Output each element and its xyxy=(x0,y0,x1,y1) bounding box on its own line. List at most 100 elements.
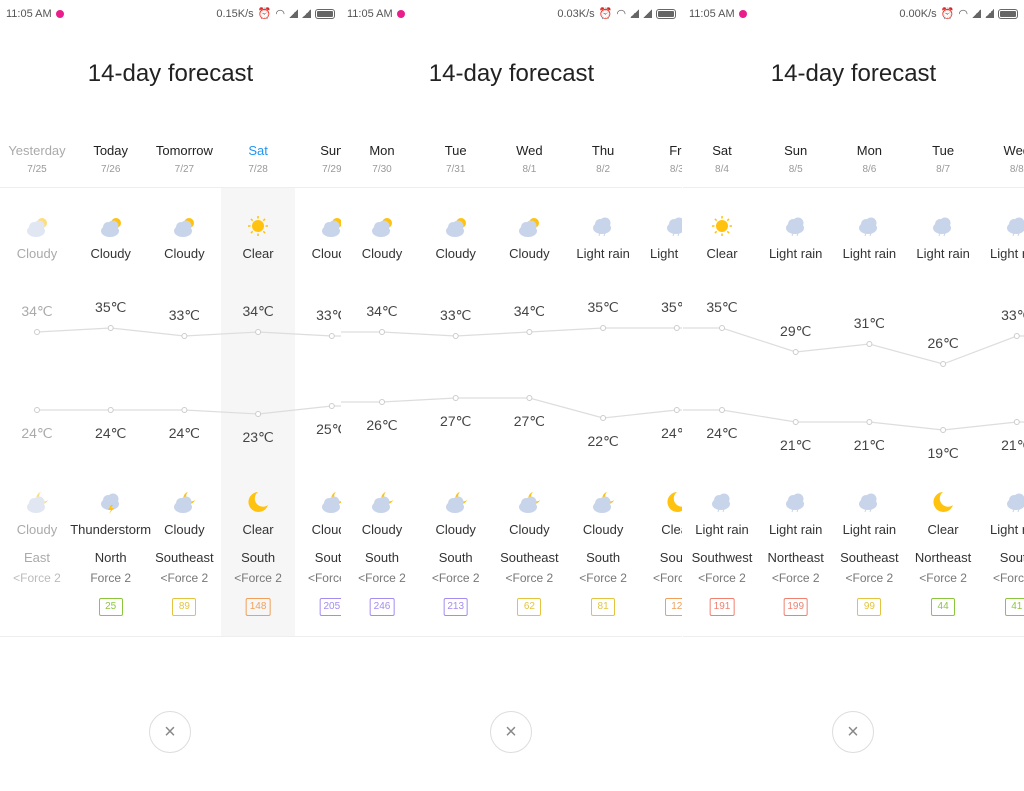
day-column[interactable]: Thu 8/2 Light rain 35℃ 22℃ Cloudy South … xyxy=(566,0,640,791)
day-name: Tomorrow xyxy=(155,143,213,158)
day-column[interactable]: Wed 8/1 Cloudy 34℃ 27℃ Cloudy Southeast … xyxy=(492,0,566,791)
sun-icon xyxy=(708,214,736,238)
cloudy-moon-icon xyxy=(368,490,396,514)
day-column[interactable]: Tue 7/31 Cloudy 33℃ 27℃ Cloudy South <Fo… xyxy=(419,0,493,791)
wind-direction: South xyxy=(659,550,682,565)
cloudy-moon-icon xyxy=(23,490,51,514)
light-rain-icon xyxy=(589,214,617,238)
night-condition: Light rain xyxy=(990,522,1024,537)
night-condition: Clear xyxy=(661,522,682,537)
day-column[interactable]: Sun 7/29 Cloudy 33℃ 25℃ Cloudy South <Fo… xyxy=(295,0,341,791)
day-condition: Light rain xyxy=(650,246,682,261)
day-column[interactable]: Sun 8/5 Light rain 29℃ 21℃ Light rain No… xyxy=(759,0,833,791)
day-column[interactable]: Fri 8/3 Light rain 35℃ 24℃ Clear South <… xyxy=(640,0,682,791)
wind-direction: South xyxy=(314,550,341,565)
wind-force: <Force 2 xyxy=(652,571,682,585)
day-name: Mon xyxy=(856,143,883,158)
close-button[interactable]: × xyxy=(149,711,191,753)
high-temp: 33℃ xyxy=(1001,307,1024,323)
day-date: 8/7 xyxy=(936,164,951,175)
day-date: 7/25 xyxy=(27,164,47,175)
high-temp: 33℃ xyxy=(316,307,341,323)
moon-icon xyxy=(663,490,682,514)
cloudy-sun-icon xyxy=(515,214,543,238)
cloudy-sun-icon xyxy=(368,214,396,238)
day-name: Sat xyxy=(248,143,268,158)
high-temp: 35℃ xyxy=(661,299,682,315)
day-date: 7/29 xyxy=(322,164,341,175)
forecast-panel: 11:05 AM 0.00K/s ⏰ ◠ 14-day forecast Sat … xyxy=(683,0,1024,791)
forecast-panel: 11:05 AM 0.03K/s ⏰ ◠ 14-day forecast Mon … xyxy=(341,0,682,791)
day-name: Yesterday xyxy=(8,143,66,158)
low-temp: 25℃ xyxy=(316,421,341,437)
day-column[interactable]: Tomorrow 7/27 Cloudy 33℃ 24℃ Cloudy Sout… xyxy=(147,0,221,791)
day-date: 8/5 xyxy=(788,164,803,175)
day-column[interactable]: Tue 8/7 Light rain 26℃ 19℃ Clear Northea… xyxy=(906,0,980,791)
aqi-badge: 81 xyxy=(591,598,616,616)
day-name: Sun xyxy=(784,143,808,158)
day-name: Wed xyxy=(516,143,543,158)
forecast-panel: 11:05 AM 0.15K/s ⏰ ◠ 14-day forecast Yest… xyxy=(0,0,341,791)
day-column[interactable]: Sat 7/28 Clear 34℃ 23℃ Clear South <Forc… xyxy=(221,0,295,791)
cloudy-moon-icon xyxy=(170,490,198,514)
thunderstorm-icon xyxy=(97,490,125,514)
day-column[interactable]: Sat 8/4 Clear 35℃ 24℃ Light rain Southwe… xyxy=(685,0,759,791)
day-name: Tue xyxy=(444,143,467,158)
day-name: Mon xyxy=(369,143,395,158)
close-icon: × xyxy=(164,721,176,743)
day-date: 7/26 xyxy=(100,164,121,175)
close-icon: × xyxy=(847,721,859,743)
day-name: Sat xyxy=(712,143,732,158)
night-condition: Cloudy xyxy=(311,522,341,537)
day-condition: Light rain xyxy=(990,246,1024,261)
aqi-badge: 25 xyxy=(98,598,123,616)
low-temp: 27℃ xyxy=(513,413,546,429)
day-date: 8/8 xyxy=(1009,164,1024,175)
day-date: 8/4 xyxy=(715,164,729,175)
day-name: Today xyxy=(93,143,129,158)
moon-icon xyxy=(929,490,957,514)
low-temp: 24℃ xyxy=(661,425,682,441)
cloudy-moon-icon xyxy=(318,490,341,514)
wind-direction: South xyxy=(999,550,1024,565)
day-date: 8/6 xyxy=(862,164,877,175)
day-column[interactable]: Mon 7/30 Cloudy 34℃ 26℃ Cloudy South <Fo… xyxy=(345,0,419,791)
cloudy-sun-icon xyxy=(170,214,198,238)
aqi-badge: 246 xyxy=(369,598,395,616)
close-button[interactable]: × xyxy=(832,711,874,753)
light-rain-icon xyxy=(1003,214,1024,238)
light-rain-icon xyxy=(1003,490,1024,514)
aqi-badge: 12 xyxy=(664,598,682,616)
aqi-badge: 62 xyxy=(517,598,542,616)
light-rain-icon xyxy=(708,490,736,514)
wind-force: <Force 2 xyxy=(307,571,341,585)
cloudy-moon-icon xyxy=(442,490,470,514)
day-date: 7/30 xyxy=(372,164,392,175)
aqi-badge: 89 xyxy=(172,598,197,616)
day-date: 8/2 xyxy=(596,164,611,175)
day-column[interactable]: Mon 8/6 Light rain 31℃ 21℃ Light rain So… xyxy=(832,0,906,791)
close-icon: × xyxy=(505,721,517,743)
aqi-badge: 41 xyxy=(1004,598,1024,616)
light-rain-icon xyxy=(782,214,810,238)
cloudy-sun-icon xyxy=(23,214,51,238)
aqi-badge: 205 xyxy=(319,598,341,616)
day-date: 8/3 xyxy=(669,164,682,175)
light-rain-icon xyxy=(855,214,883,238)
day-date: 7/27 xyxy=(174,164,195,175)
day-date: 8/1 xyxy=(522,164,537,175)
aqi-badge: 44 xyxy=(931,598,956,616)
day-column[interactable]: Yesterday 7/25 Cloudy 34℃ 24℃ Cloudy Eas… xyxy=(0,0,74,791)
aqi-badge: 213 xyxy=(443,598,469,616)
cloudy-sun-icon xyxy=(442,214,470,238)
day-column[interactable]: Wed 8/8 Light rain 33℃ 21℃ Light rain So… xyxy=(980,0,1024,791)
day-name: Wed xyxy=(1003,143,1024,158)
wind-force: <Force 2 xyxy=(992,571,1024,585)
light-rain-icon xyxy=(855,490,883,514)
cloudy-moon-icon xyxy=(589,490,617,514)
cloudy-moon-icon xyxy=(515,490,543,514)
close-button[interactable]: × xyxy=(490,711,532,753)
day-date: 7/31 xyxy=(445,164,466,175)
day-column[interactable]: Today 7/26 Cloudy 35℃ 24℃ Thunderstorm N… xyxy=(70,0,151,791)
sun-icon xyxy=(244,214,272,238)
